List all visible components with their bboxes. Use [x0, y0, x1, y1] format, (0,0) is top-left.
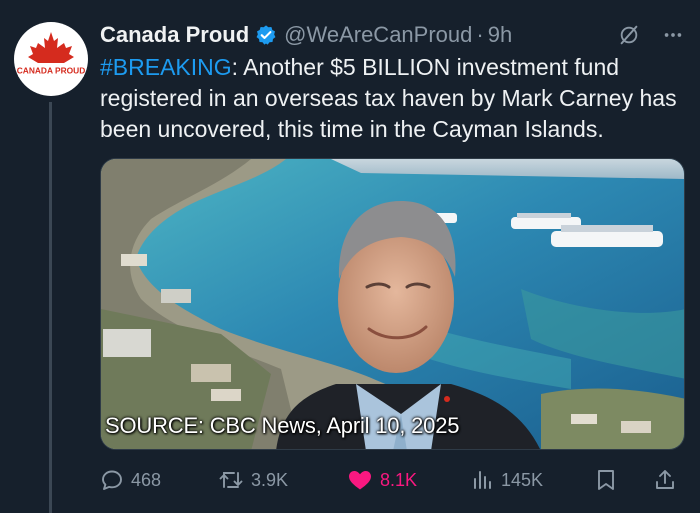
repost-button[interactable]: 3.9K: [218, 462, 288, 498]
reply-button[interactable]: 468: [100, 462, 161, 498]
reply-icon: [102, 470, 122, 490]
media-image: [101, 159, 684, 449]
more-icon[interactable]: [662, 24, 684, 46]
avatar[interactable]: CANADA PROUD: [14, 22, 88, 96]
media-caption: SOURCE: CBC News, April 10, 2025: [105, 413, 460, 438]
verified-badge-icon: [255, 24, 277, 46]
separator-dot: ·: [476, 22, 484, 47]
views-icon: [474, 471, 491, 489]
tweet[interactable]: CANADA PROUD Canada Proud @WeAreCanProud…: [0, 0, 700, 513]
bookmark-button[interactable]: [595, 462, 617, 498]
hashtag-link[interactable]: #BREAKING: [100, 54, 232, 80]
repost-count: 3.9K: [251, 469, 289, 490]
like-count: 8.1K: [380, 469, 418, 490]
thread-line: [49, 102, 52, 513]
avatar-label: CANADA PROUD: [17, 66, 86, 76]
repost-icon: [219, 472, 243, 488]
bookmark-icon: [598, 470, 614, 490]
header-actions: [618, 20, 684, 50]
maple-leaf-icon: CANADA PROUD: [17, 32, 86, 77]
like-button[interactable]: 8.1K: [347, 462, 417, 498]
grok-slash-icon[interactable]: [618, 24, 640, 46]
views-button[interactable]: 145K: [470, 462, 543, 498]
tweet-text: #BREAKING: Another $5 BILLION investment…: [100, 52, 690, 145]
share-button[interactable]: [653, 462, 677, 498]
timestamp[interactable]: 9h: [488, 22, 512, 48]
display-name[interactable]: Canada Proud: [100, 22, 249, 48]
tweet-header: Canada Proud @WeAreCanProud · 9h: [100, 20, 684, 50]
action-bar: 468 3.9K 8.1K 145K: [100, 462, 685, 498]
reply-count: 468: [131, 469, 162, 490]
handle[interactable]: @WeAreCanProud: [284, 22, 472, 48]
views-count: 145K: [501, 469, 544, 490]
heart-icon: [349, 471, 371, 490]
tweet-media[interactable]: SOURCE: CBC News, April 10, 2025: [100, 158, 685, 450]
share-icon: [656, 470, 674, 489]
